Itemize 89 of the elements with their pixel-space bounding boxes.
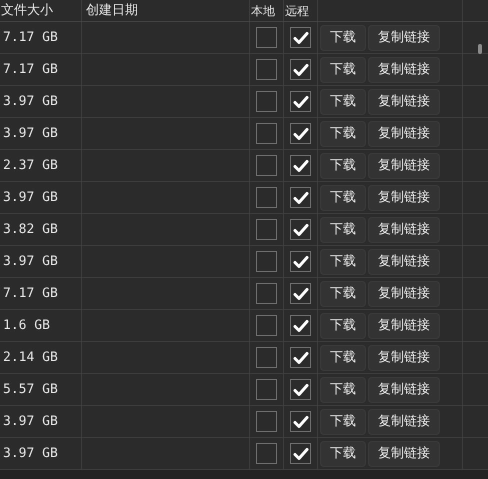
checkbox[interactable]: [256, 155, 277, 176]
copy-link-button[interactable]: 复制链接: [368, 216, 440, 242]
checkbox[interactable]: [256, 123, 277, 144]
checkbox[interactable]: [290, 379, 311, 400]
checkbox[interactable]: [256, 443, 277, 464]
download-button[interactable]: 下载: [320, 376, 366, 402]
checkbox[interactable]: [256, 59, 277, 80]
checkbox[interactable]: [256, 411, 277, 432]
copy-link-button[interactable]: 复制链接: [368, 248, 440, 274]
file-size: 3.97 GB: [3, 92, 58, 111]
download-button[interactable]: 下载: [320, 312, 366, 338]
checkbox[interactable]: [290, 251, 311, 272]
checkbox[interactable]: [256, 315, 277, 336]
check-icon: [292, 62, 308, 76]
file-size: 2.37 GB: [3, 156, 58, 175]
checkbox[interactable]: [290, 347, 311, 368]
download-button[interactable]: 下载: [320, 56, 366, 82]
column-header[interactable]: 本地: [251, 2, 275, 20]
checkbox[interactable]: [290, 315, 311, 336]
copy-link-button[interactable]: 复制链接: [368, 24, 440, 50]
file-size: 5.57 GB: [3, 380, 58, 399]
file-size: 2.14 GB: [3, 348, 58, 367]
file-size: 3.97 GB: [3, 412, 58, 431]
checkbox[interactable]: [290, 155, 311, 176]
download-button[interactable]: 下载: [320, 24, 366, 50]
checkbox[interactable]: [290, 123, 311, 144]
copy-link-button[interactable]: 复制链接: [368, 408, 440, 434]
checkbox[interactable]: [256, 219, 277, 240]
file-size: 3.97 GB: [3, 252, 58, 271]
file-size: 7.17 GB: [3, 284, 58, 303]
checkbox[interactable]: [290, 91, 311, 112]
file-size: 3.97 GB: [3, 444, 58, 463]
file-size: 3.97 GB: [3, 188, 58, 207]
checkbox[interactable]: [290, 443, 311, 464]
check-icon: [292, 446, 308, 460]
check-icon: [292, 94, 308, 108]
download-button[interactable]: 下载: [320, 120, 366, 146]
download-button[interactable]: 下载: [320, 216, 366, 242]
copy-link-button[interactable]: 复制链接: [368, 120, 440, 146]
file-size: 7.17 GB: [3, 28, 58, 47]
download-button[interactable]: 下载: [320, 344, 366, 370]
file-size: 3.97 GB: [3, 124, 58, 143]
copy-link-button[interactable]: 复制链接: [368, 376, 440, 402]
copy-link-button[interactable]: 复制链接: [368, 152, 440, 178]
file-size: 3.82 GB: [3, 220, 58, 239]
check-icon: [292, 222, 308, 236]
download-button[interactable]: 下载: [320, 280, 366, 306]
download-button[interactable]: 下载: [320, 440, 366, 466]
check-icon: [292, 254, 308, 268]
checkbox[interactable]: [256, 251, 277, 272]
column-header[interactable]: 创建日期: [86, 0, 138, 20]
download-button[interactable]: 下载: [320, 408, 366, 434]
copy-link-button[interactable]: 复制链接: [368, 280, 440, 306]
checkbox[interactable]: [290, 27, 311, 48]
check-icon: [292, 286, 308, 300]
checkbox[interactable]: [290, 219, 311, 240]
check-icon: [292, 126, 308, 140]
copy-link-button[interactable]: 复制链接: [368, 184, 440, 210]
check-icon: [292, 382, 308, 396]
column-header[interactable]: 文件大小: [1, 0, 53, 20]
check-icon: [292, 350, 308, 364]
checkbox[interactable]: [256, 187, 277, 208]
scrollbar-thumb[interactable]: [478, 44, 482, 54]
download-button[interactable]: 下载: [320, 152, 366, 178]
checkbox[interactable]: [256, 283, 277, 304]
checkbox[interactable]: [290, 59, 311, 80]
copy-link-button[interactable]: 复制链接: [368, 344, 440, 370]
checkbox[interactable]: [290, 411, 311, 432]
checkbox[interactable]: [290, 187, 311, 208]
checkbox[interactable]: [290, 283, 311, 304]
download-button[interactable]: 下载: [320, 248, 366, 274]
check-icon: [292, 414, 308, 428]
file-size: 1.6 GB: [3, 316, 50, 335]
check-icon: [292, 158, 308, 172]
copy-link-button[interactable]: 复制链接: [368, 312, 440, 338]
column-header[interactable]: 远程: [285, 2, 309, 20]
download-button[interactable]: 下载: [320, 184, 366, 210]
file-size: 7.17 GB: [3, 60, 58, 79]
checkbox[interactable]: [256, 347, 277, 368]
check-icon: [292, 190, 308, 204]
check-icon: [292, 318, 308, 332]
checkbox[interactable]: [256, 91, 277, 112]
copy-link-button[interactable]: 复制链接: [368, 88, 440, 114]
checkbox[interactable]: [256, 27, 277, 48]
copy-link-button[interactable]: 复制链接: [368, 56, 440, 82]
check-icon: [292, 30, 308, 44]
download-button[interactable]: 下载: [320, 88, 366, 114]
checkbox[interactable]: [256, 379, 277, 400]
copy-link-button[interactable]: 复制链接: [368, 440, 440, 466]
